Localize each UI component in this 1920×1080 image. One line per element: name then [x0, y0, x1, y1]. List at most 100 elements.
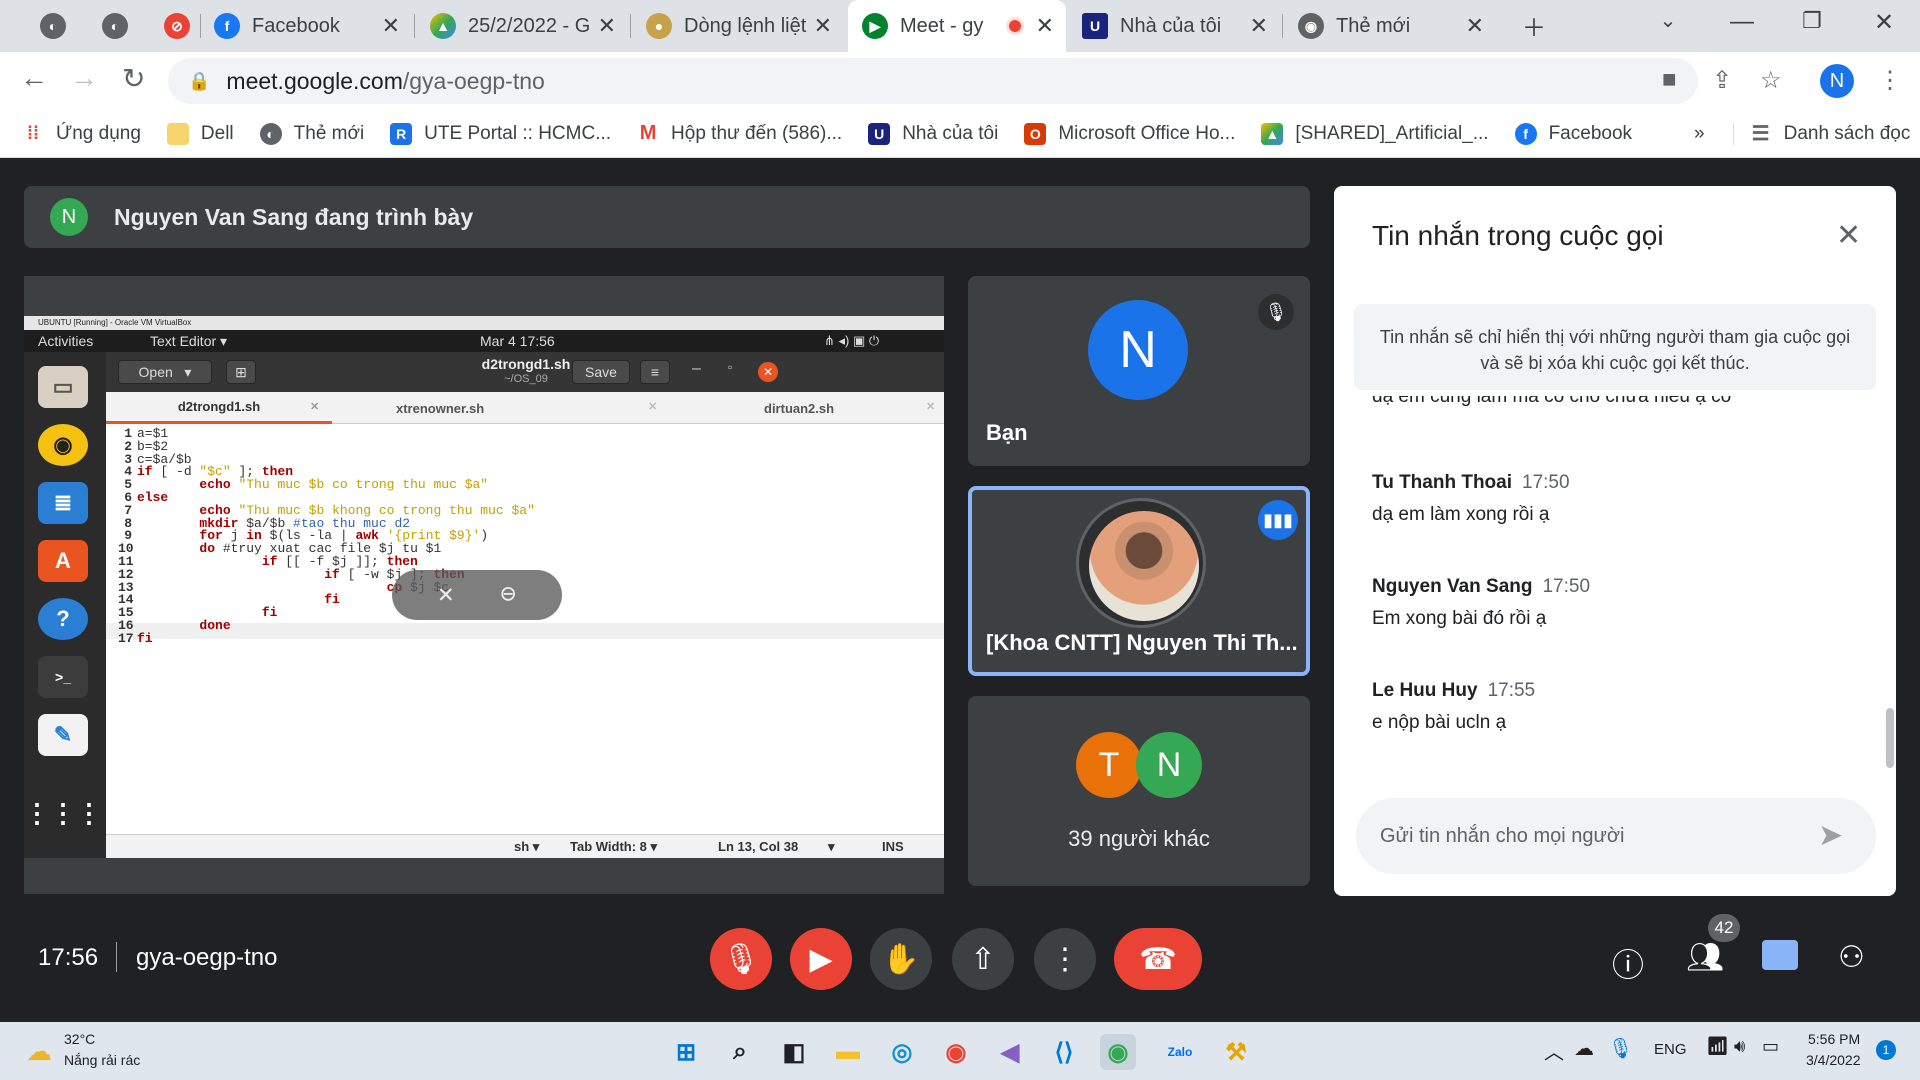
camera-off-button[interactable]: ▶: [790, 928, 852, 990]
tab-new-tab[interactable]: ◉ Thẻ mới ✕: [1284, 0, 1496, 52]
visual-studio-icon[interactable]: ◀: [992, 1034, 1028, 1070]
activities-icon[interactable]: ⚇: [1838, 940, 1865, 975]
bookmark-shared-ai[interactable]: ▲ [SHARED]_Artificial_...: [1261, 122, 1489, 145]
language-selector[interactable]: sh ▾: [514, 839, 539, 855]
battery-icon[interactable]: ▭: [1762, 1036, 1779, 1057]
menu-kebab-icon[interactable]: ⋮: [1878, 66, 1902, 95]
tab-search-icon[interactable]: ⌄: [1648, 8, 1688, 33]
camera-in-use-icon[interactable]: ■: [1662, 66, 1677, 94]
bookmark-star-icon[interactable]: ☆: [1760, 66, 1782, 95]
close-tab-icon[interactable]: ✕: [382, 13, 400, 39]
save-button[interactable]: Save: [572, 360, 630, 384]
writer-icon[interactable]: ≣: [38, 482, 88, 524]
send-icon[interactable]: ➤: [1818, 818, 1843, 853]
clock-date[interactable]: 3/4/2022: [1806, 1052, 1861, 1068]
position-dropdown-icon[interactable]: ▾: [828, 839, 835, 855]
zalo-icon[interactable]: Zalo: [1162, 1034, 1198, 1070]
raise-hand-button[interactable]: ✋: [870, 928, 932, 990]
mic-icon[interactable]: 🎙︎: [1608, 1036, 1633, 1061]
new-tab-button[interactable]: ＋: [1514, 8, 1554, 43]
maximize-icon[interactable]: ▫: [728, 360, 732, 374]
file-explorer-icon[interactable]: ▬: [830, 1034, 866, 1070]
more-options-button[interactable]: ⋮: [1034, 928, 1096, 990]
close-tab-icon[interactable]: ✕: [648, 400, 657, 413]
chat-scrollbar[interactable]: [1886, 708, 1894, 768]
bookmark-ute-portal[interactable]: R UTE Portal :: HCMC...: [390, 122, 611, 145]
tab-command-line[interactable]: ● Dòng lệnh liệt ✕: [632, 0, 844, 52]
help-icon[interactable]: ?: [38, 598, 88, 640]
mic-off-button[interactable]: 🎙︎: [710, 928, 772, 990]
close-tab-icon[interactable]: ✕: [814, 13, 832, 39]
back-icon[interactable]: ←: [20, 62, 48, 94]
edge-icon[interactable]: ◎: [884, 1034, 920, 1070]
app-menu[interactable]: Text Editor ▾: [150, 330, 227, 352]
system-tray-icon[interactable]: ⋔ ◂) ▣ ⏻: [824, 330, 879, 352]
editor-tab[interactable]: xtrenowner.sh: [396, 401, 484, 416]
new-tab-icon[interactable]: ⊞: [226, 360, 256, 384]
code-editor[interactable]: 1 a=$1 2 b=$2 3 c=$a/$b 4 if [ -d "$c" ]; then 5…: [106, 424, 944, 834]
floating-presenter-controls[interactable]: ✕ ⊖: [392, 570, 562, 620]
notification-badge[interactable]: 1: [1876, 1040, 1896, 1060]
close-tab-icon[interactable]: ✕: [310, 400, 319, 413]
cursor-position[interactable]: Ln 13, Col 38: [718, 839, 798, 854]
tab-meet[interactable]: ▶ Meet - gy ✕: [848, 0, 1066, 52]
start-icon[interactable]: ⊞: [668, 1034, 704, 1070]
software-icon[interactable]: A: [38, 540, 88, 582]
forward-icon[interactable]: →: [70, 62, 98, 94]
bookmark-dell[interactable]: Dell: [166, 122, 234, 145]
leave-call-button[interactable]: ☎: [1114, 928, 1202, 990]
restore-button[interactable]: ❐: [1792, 8, 1832, 34]
info-icon[interactable]: ⓘ: [1612, 940, 1644, 986]
weather-icon[interactable]: ☁: [26, 1036, 52, 1067]
minimize-icon[interactable]: –: [692, 360, 701, 378]
editor-tab[interactable]: dirtuan2.sh: [764, 401, 834, 416]
volume-icon[interactable]: 🔊︎: [1734, 1036, 1745, 1057]
wifi-icon[interactable]: 📶︎: [1706, 1036, 1729, 1057]
chrome-icon[interactable]: ◉: [938, 1034, 974, 1070]
language-indicator[interactable]: ENG: [1654, 1041, 1687, 1058]
open-button[interactable]: Open ▾: [118, 360, 212, 384]
bookmark-new-tab[interactable]: ◐ Thẻ mới: [259, 122, 364, 145]
chrome-profile-icon[interactable]: ◉: [1100, 1034, 1136, 1070]
weather-temp[interactable]: 32°C: [64, 1031, 95, 1047]
tab-uex-home[interactable]: U Nhà của tôi ✕: [1068, 0, 1280, 52]
close-tab-icon[interactable]: ✕: [926, 400, 935, 413]
close-tab-icon[interactable]: ✕: [598, 13, 616, 39]
bookmark-office[interactable]: O Microsoft Office Ho...: [1024, 122, 1235, 145]
search-icon[interactable]: ⌕: [722, 1034, 758, 1070]
tab-drive[interactable]: ▲ 25/2/2022 - G ✕: [416, 0, 628, 52]
vscode-icon[interactable]: ⟨⟩: [1046, 1034, 1082, 1070]
pinned-tab-2[interactable]: ◐: [88, 0, 128, 52]
editor-tab-active[interactable]: d2trongd1.sh: [106, 392, 332, 424]
app-icon[interactable]: ⚒: [1218, 1034, 1254, 1070]
tab-width-selector[interactable]: Tab Width: 8 ▾: [570, 839, 657, 855]
minimize-button[interactable]: —: [1722, 8, 1762, 36]
activities-button[interactable]: Activities: [38, 330, 93, 352]
share-icon[interactable]: ⇪: [1712, 66, 1732, 95]
gnome-clock[interactable]: Mar 4 17:56: [480, 330, 555, 352]
bookmark-gmail[interactable]: M Hộp thư đến (586)...: [637, 122, 843, 145]
rhythmbox-icon[interactable]: ◉: [38, 424, 88, 466]
tab-facebook[interactable]: f Facebook ✕: [200, 0, 412, 52]
task-view-icon[interactable]: ◧: [776, 1034, 812, 1070]
bookmark-facebook[interactable]: f Facebook: [1514, 122, 1632, 145]
close-icon[interactable]: ✕: [758, 362, 778, 382]
close-chat-icon[interactable]: ✕: [1836, 218, 1861, 253]
close-tab-icon[interactable]: ✕: [1466, 13, 1484, 39]
bookmark-uex-home[interactable]: U Nhà của tôi: [868, 122, 998, 145]
close-tab-icon[interactable]: ✕: [1250, 13, 1268, 39]
pinned-tab-1[interactable]: ◐: [26, 0, 66, 52]
bookmarks-overflow[interactable]: »: [1694, 123, 1705, 145]
files-icon[interactable]: ▭: [38, 366, 88, 408]
hamburger-menu-icon[interactable]: ≡: [640, 360, 670, 384]
lock-icon[interactable]: 🔒: [188, 71, 210, 92]
weather-desc[interactable]: Nắng rải rác: [64, 1052, 140, 1068]
chat-icon[interactable]: [1762, 940, 1798, 970]
reload-icon[interactable]: ↻: [122, 62, 145, 95]
people-icon[interactable]: 👥︎: [1686, 940, 1724, 975]
show-apps-icon[interactable]: ⋮⋮⋮: [24, 792, 102, 834]
bookmark-apps[interactable]: ⁞⁞ Ứng dụng: [22, 123, 141, 145]
close-window-button[interactable]: ✕: [1864, 8, 1904, 37]
tray-overflow-icon[interactable]: ︿: [1544, 1036, 1564, 1065]
onedrive-icon[interactable]: ☁: [1574, 1036, 1594, 1061]
